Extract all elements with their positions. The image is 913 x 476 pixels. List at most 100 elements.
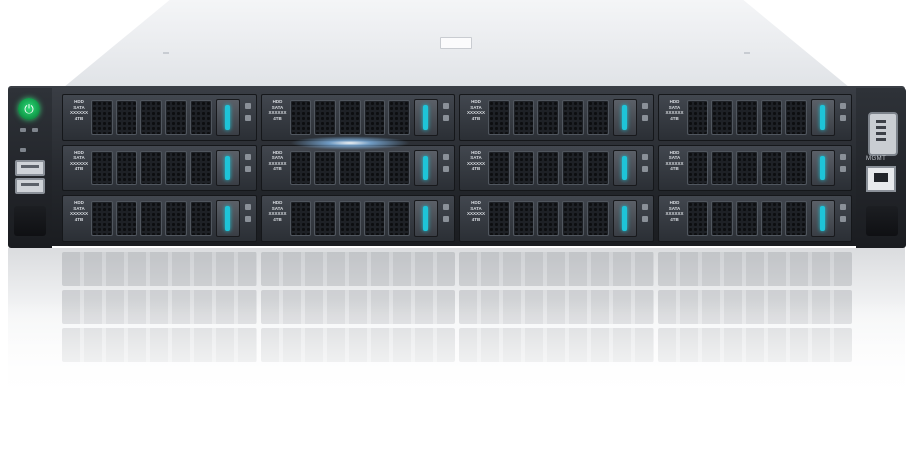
drive-bay: HDD SATA XXXXXX 4TB: [62, 144, 257, 192]
drive-lock-tab: [244, 165, 251, 172]
vent-slot: [562, 150, 584, 186]
drive-bay: HDD SATA XXXXXX 4TB: [260, 144, 455, 192]
vent-slot: [91, 201, 113, 236]
drive-label: HDD SATA XXXXXX 4TB: [69, 99, 88, 121]
light-flare: [290, 136, 410, 150]
drive-lock-tab: [244, 103, 251, 109]
drive-lock-tab: [641, 216, 648, 223]
mgmt-label: MGMT: [866, 156, 887, 162]
vent-slot: [363, 100, 386, 135]
status-led: [32, 128, 38, 132]
drive-vents: [289, 150, 411, 186]
drive-latch: [612, 99, 637, 136]
drive-lock-tab: [840, 153, 846, 160]
drive-label: HDD SATA XXXXXX 4TB: [69, 149, 88, 172]
vent-slot: [338, 150, 361, 186]
vent-slot: [363, 201, 386, 236]
vent-slot: [537, 150, 560, 186]
drive-lock-tab: [840, 216, 846, 223]
drive-label: HDD SATA XXXXXX 4TB: [665, 200, 684, 222]
drive-latch: [612, 149, 637, 187]
usb-icon: [15, 160, 45, 176]
vent-slot: [711, 100, 733, 135]
drive-latch: [215, 149, 240, 187]
vent-slot: [586, 100, 609, 135]
vent-slot: [785, 150, 808, 186]
drive-vents: [488, 201, 609, 236]
drive-bay: HDD SATA XXXXXX 4TB: [62, 94, 257, 141]
vent-slot: [735, 100, 758, 135]
drive-label: HDD SATA XXXXXX 4TB: [466, 99, 485, 121]
drive-vents: [686, 150, 808, 186]
vent-slot: [91, 150, 113, 186]
vent-slot: [735, 150, 758, 186]
drive-lock-tab: [244, 115, 251, 121]
vent-slot: [686, 100, 709, 135]
drive-bay: HDD SATA XXXXXX 4TB: [260, 94, 455, 141]
drive-latch: [811, 149, 835, 187]
server-photo: ⏻ MGMT HDD SATA XXXXXX 4TB HDD SATA XXXXX…: [0, 0, 913, 476]
drive-lock-tab: [443, 153, 449, 160]
vent-slot: [189, 201, 212, 236]
vga-port-icon: [868, 112, 898, 156]
vent-slot: [314, 100, 336, 135]
vent-slot: [91, 100, 113, 135]
vent-slot: [512, 150, 535, 186]
drive-vents: [686, 201, 808, 236]
lid-mark: [163, 52, 169, 54]
vent-slot: [488, 201, 510, 236]
drive-latch: [414, 149, 438, 187]
vent-slot: [140, 100, 163, 135]
rj45-port-icon: [866, 166, 896, 192]
vent-slot: [586, 201, 609, 236]
drive-lock-tab: [840, 115, 846, 121]
drive-lock-tab: [244, 153, 251, 160]
vent-slot: [165, 201, 187, 236]
drive-lock-tab: [641, 115, 648, 121]
vent-slot: [115, 201, 138, 236]
vent-slot: [289, 201, 312, 236]
vent-slot: [165, 100, 187, 135]
reflection-fade: [0, 300, 913, 476]
vent-slot: [785, 100, 808, 135]
drive-lock-tab: [443, 216, 449, 223]
drive-vents: [488, 100, 609, 135]
right-handle: [866, 206, 898, 236]
reflection-bay: [62, 252, 257, 286]
drive-label: HDD SATA XXXXXX 4TB: [466, 200, 485, 222]
vent-slot: [686, 150, 709, 186]
vent-slot: [537, 201, 560, 236]
drive-lock-tab: [840, 103, 846, 109]
vent-slot: [289, 150, 312, 186]
reflection-bay: [459, 252, 654, 286]
vent-slot: [314, 201, 336, 236]
vent-slot: [338, 100, 361, 135]
drive-latch: [215, 200, 240, 237]
vent-slot: [140, 201, 163, 236]
reflection-bay: [657, 252, 852, 286]
drive-bay: HDD SATA XXXXXX 4TB: [459, 195, 654, 242]
drive-latch: [811, 200, 835, 237]
drive-lock-tab: [641, 204, 648, 211]
drive-vents: [91, 150, 212, 186]
vent-slot: [115, 100, 138, 135]
drive-label: HDD SATA XXXXXX 4TB: [268, 200, 287, 222]
drive-latch: [414, 99, 438, 136]
drive-vents: [289, 201, 411, 236]
drive-vents: [91, 100, 212, 135]
drive-bay: HDD SATA XXXXXX 4TB: [62, 195, 257, 242]
drive-lock-tab: [443, 103, 449, 109]
drive-lock-tab: [443, 165, 449, 172]
drive-lock-tab: [443, 115, 449, 121]
vent-slot: [363, 150, 386, 186]
lid-badge: [440, 37, 472, 49]
vent-slot: [338, 201, 361, 236]
vent-slot: [388, 150, 411, 186]
vent-slot: [115, 150, 138, 186]
vent-slot: [537, 100, 560, 135]
vent-slot: [488, 150, 510, 186]
drive-latch: [612, 200, 637, 237]
vent-slot: [165, 150, 187, 186]
drive-label: HDD SATA XXXXXX 4TB: [466, 149, 485, 172]
drive-lock-tab: [641, 165, 648, 172]
